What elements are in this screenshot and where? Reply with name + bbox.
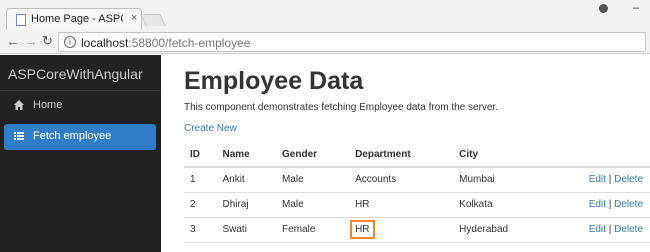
column-header-gender: Gender (276, 143, 350, 168)
window-controls: – (599, 0, 650, 16)
back-arrow-icon[interactable]: ← (6, 33, 20, 49)
sidebar-item-home[interactable]: Home (4, 93, 156, 119)
url-host: localhost (81, 36, 129, 50)
sidebar-item-label: Home (33, 99, 63, 111)
action-separator: | (608, 199, 612, 210)
tab-close-icon[interactable]: × (131, 12, 137, 24)
edit-link[interactable]: Edit (589, 199, 606, 210)
profile-icon[interactable] (599, 3, 608, 13)
column-header-id: ID (184, 143, 217, 168)
column-header-department: Department (349, 143, 454, 168)
tab-title: Home Page - ASPCoreW (31, 13, 123, 25)
delete-link[interactable]: Delete (614, 174, 643, 185)
cell-department: HR (349, 217, 454, 243)
table-row: 2 Dhiraj Male HR Kolkata Edit | Delete (184, 192, 650, 218)
new-tab-button[interactable] (140, 14, 166, 26)
column-header-name: Name (216, 143, 277, 168)
url-text: localhost:58800/fetch-employee (81, 36, 250, 50)
cell-actions: Edit | Delete (564, 217, 650, 243)
forward-arrow-icon[interactable]: → (24, 33, 38, 49)
cell-id: 2 (184, 192, 217, 218)
create-new-link[interactable]: Create New (184, 123, 237, 134)
page-favicon-icon (16, 14, 26, 26)
edit-link[interactable]: Edit (589, 224, 606, 235)
sidebar: ASPCoreWithAngular Home Fetch employee (0, 55, 161, 252)
cell-name: Swati (216, 217, 277, 243)
cell-gender: Male (276, 192, 350, 218)
list-icon (14, 132, 24, 140)
cell-actions: Edit | Delete (564, 192, 650, 218)
sidebar-item-label: Fetch employee (33, 130, 112, 142)
cell-gender: Female (276, 217, 350, 243)
table-row: 3 Swati Female HR Hyderabad Edit | Delet… (184, 217, 650, 243)
sidebar-divider (0, 90, 161, 91)
employee-table: ID Name Gender Department City 1 Ankit M… (184, 143, 650, 243)
cell-city: Hyderabad (453, 217, 564, 243)
page-title: Employee Data (184, 67, 364, 95)
table-row: 1 Ankit Male Accounts Mumbai Edit | Dele… (184, 167, 650, 193)
cell-city: Mumbai (453, 167, 564, 193)
edit-link[interactable]: Edit (589, 174, 606, 185)
minimize-button[interactable]: – (622, 2, 650, 14)
cell-name: Ankit (216, 167, 277, 193)
sidebar-item-fetch-employee[interactable]: Fetch employee (4, 124, 156, 150)
cell-department: HR (349, 192, 454, 218)
brand-link[interactable]: ASPCoreWithAngular (8, 66, 143, 82)
page-description: This component demonstrates fetching Emp… (184, 102, 499, 113)
cell-name: Dhiraj (216, 192, 277, 218)
url-path: :58800/fetch-employee (128, 36, 251, 50)
cell-department: Accounts (349, 167, 454, 193)
browser-tab[interactable]: Home Page - ASPCoreW × (6, 8, 142, 30)
delete-link[interactable]: Delete (614, 224, 643, 235)
site-info-icon[interactable]: i (64, 36, 76, 48)
column-header-actions (564, 143, 650, 168)
address-bar[interactable]: i localhost:58800/fetch-employee (58, 32, 646, 52)
cell-id: 1 (184, 167, 217, 193)
browser-toolbar: ← → ↻ i localhost:58800/fetch-employee (0, 30, 650, 54)
cell-actions: Edit | Delete (564, 167, 650, 193)
column-header-city: City (453, 143, 564, 168)
action-separator: | (608, 224, 612, 235)
delete-link[interactable]: Delete (614, 199, 643, 210)
home-icon (14, 100, 24, 110)
cell-id: 3 (184, 217, 217, 243)
highlighted-department: HR (350, 220, 375, 239)
cell-gender: Male (276, 167, 350, 193)
reload-icon[interactable]: ↻ (42, 33, 53, 49)
action-separator: | (608, 174, 612, 186)
table-header-row: ID Name Gender Department City (184, 143, 650, 168)
browser-tabstrip: Home Page - ASPCoreW × – (0, 0, 650, 30)
cell-city: Kolkata (453, 192, 564, 218)
